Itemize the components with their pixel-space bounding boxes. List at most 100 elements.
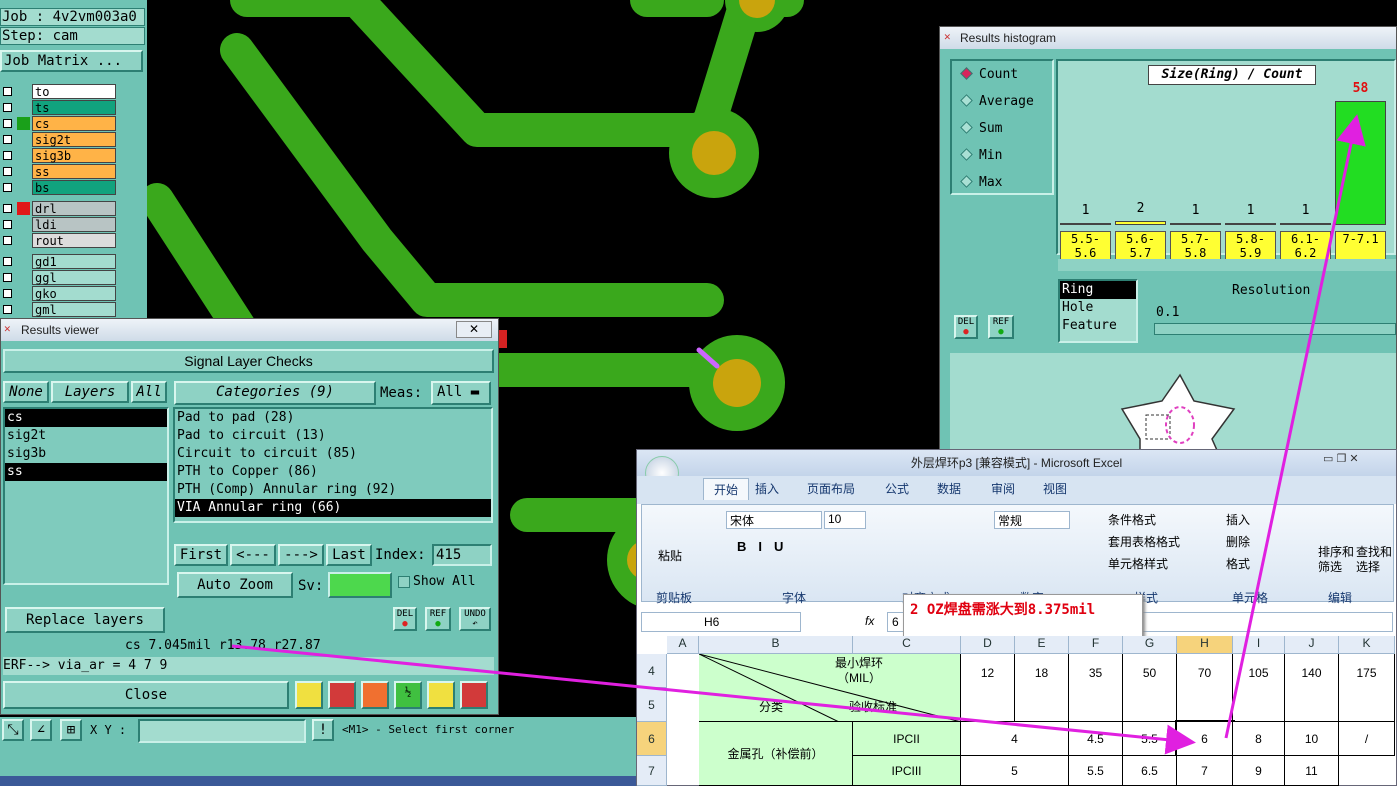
size-type-list[interactable]: Ring Hole Feature: [1058, 279, 1138, 343]
close-button[interactable]: Close: [3, 681, 289, 709]
layer-checkbox[interactable]: [3, 257, 12, 266]
tab-6[interactable]: 视图: [1043, 480, 1067, 497]
xy-input[interactable]: [138, 719, 306, 743]
angle-icon[interactable]: ∠: [30, 719, 52, 741]
tab-5[interactable]: 审阅: [991, 480, 1015, 497]
numbered-icon[interactable]: ½: [394, 681, 422, 709]
ipc2-value-cell[interactable]: 8: [1233, 722, 1285, 756]
column-header[interactable]: C: [853, 636, 961, 654]
row-header[interactable]: 5: [637, 688, 667, 722]
layer-row-sig3b[interactable]: sig3b: [0, 148, 116, 163]
delete-icon[interactable]: [361, 681, 389, 709]
ipc2-value-cell[interactable]: 4.5: [1069, 722, 1123, 756]
del-button[interactable]: DEL ●: [393, 607, 417, 631]
insert-cells-button[interactable]: 插入: [1226, 511, 1250, 528]
result-layer-item[interactable]: sig3b: [5, 445, 167, 463]
histogram-bar[interactable]: [1335, 101, 1386, 225]
layer-row-ss[interactable]: ss: [0, 164, 116, 179]
job-matrix-button[interactable]: Job Matrix ...: [0, 50, 143, 72]
row-header[interactable]: 7: [637, 756, 667, 786]
row-header[interactable]: 6: [637, 722, 667, 756]
layer-row-rout[interactable]: rout: [0, 233, 116, 248]
layer-checkbox[interactable]: [3, 305, 12, 314]
column-header[interactable]: E: [1015, 636, 1069, 654]
ipc3-value-cell[interactable]: 5.5: [1069, 756, 1123, 786]
hist-ref-button[interactable]: REF ●: [988, 315, 1014, 339]
format-cells-button[interactable]: 格式: [1226, 555, 1250, 572]
result-layer-item[interactable]: ss: [5, 463, 167, 481]
layer-row-gml[interactable]: gml: [0, 302, 116, 317]
ref-button[interactable]: REF ●: [425, 607, 451, 631]
index-input[interactable]: 415: [432, 544, 492, 566]
histogram-bar[interactable]: [1280, 223, 1331, 225]
table-header-cell[interactable]: 最小焊环 （MIL） 分类 验收标准: [699, 654, 961, 722]
header-value-cell[interactable]: 18: [1015, 654, 1069, 722]
row-header[interactable]: 4: [637, 654, 667, 688]
layer-checkbox[interactable]: [3, 135, 12, 144]
report-icon[interactable]: [427, 681, 455, 709]
mode-radio-min[interactable]: Min: [960, 146, 1002, 166]
horizontal-scrollbar[interactable]: [1058, 259, 1396, 271]
header-value-cell[interactable]: 105: [1233, 654, 1285, 722]
column-header[interactable]: K: [1339, 636, 1395, 654]
next-button[interactable]: --->: [278, 544, 324, 566]
conditional-format-button[interactable]: 条件格式: [1108, 511, 1156, 528]
layer-row-ggl[interactable]: ggl: [0, 270, 116, 285]
ipc2-cell[interactable]: IPCII: [853, 722, 961, 756]
result-layer-item[interactable]: cs: [5, 409, 167, 427]
category-item[interactable]: Pad to pad (28): [175, 409, 491, 427]
find-select-button[interactable]: 查找和 选择: [1356, 545, 1392, 575]
layer-checkbox[interactable]: [3, 87, 12, 96]
ipc2-value-cell[interactable]: 6: [1175, 720, 1235, 758]
header-value-cell[interactable]: 50: [1123, 654, 1177, 722]
category-item[interactable]: PTH (Comp) Annular ring (92): [175, 481, 491, 499]
column-header[interactable]: G: [1123, 636, 1177, 654]
ipc3-value-cell[interactable]: 5: [961, 756, 1069, 786]
layer-checkbox[interactable]: [3, 220, 12, 229]
last-button[interactable]: Last: [326, 544, 372, 566]
category-item[interactable]: VIA Annular ring (66): [175, 499, 491, 517]
tab-0[interactable]: 开始: [703, 478, 750, 500]
size-type-item[interactable]: Feature: [1060, 317, 1136, 335]
histogram-bar[interactable]: [1115, 221, 1166, 225]
column-header[interactable]: B: [699, 636, 853, 654]
layer-checkbox[interactable]: [3, 167, 12, 176]
mode-radio-count[interactable]: Count: [960, 65, 1018, 85]
ipc3-cell[interactable]: IPCIII: [853, 756, 961, 786]
ipc2-value-cell[interactable]: /: [1339, 722, 1395, 756]
column-header[interactable]: J: [1285, 636, 1339, 654]
mode-radio-max[interactable]: Max: [960, 173, 1002, 193]
ipc3-value-cell[interactable]: 6.5: [1123, 756, 1177, 786]
layer-row-cs[interactable]: cs: [0, 116, 116, 131]
zoom-icon[interactable]: ⤡: [2, 719, 24, 741]
layer-row-ts[interactable]: ts: [0, 100, 116, 115]
header-value-cell[interactable]: 70: [1177, 654, 1233, 722]
name-box[interactable]: H6: [641, 612, 801, 632]
layer-results-list[interactable]: cs sig2t sig3b ss: [3, 407, 169, 585]
tab-1[interactable]: 插入: [755, 480, 779, 497]
ipc2-value-cell[interactable]: 10: [1285, 722, 1339, 756]
show-all-checkbox[interactable]: [398, 576, 410, 588]
number-format-input[interactable]: 常规: [994, 511, 1070, 529]
undo-button[interactable]: UNDO ↶: [459, 607, 491, 631]
tab-3[interactable]: 公式: [885, 480, 909, 497]
histogram-bar[interactable]: [1170, 223, 1221, 225]
layer-row-sig2t[interactable]: sig2t: [0, 132, 116, 147]
paste-button[interactable]: 粘贴: [658, 547, 682, 564]
cell-style-button[interactable]: 单元格样式: [1108, 555, 1168, 572]
category-item[interactable]: PTH to Copper (86): [175, 463, 491, 481]
layer-checkbox[interactable]: [3, 151, 12, 160]
column-header[interactable]: H: [1177, 636, 1233, 654]
layer-checkbox[interactable]: [3, 183, 12, 192]
export-icon[interactable]: [328, 681, 356, 709]
column-header[interactable]: A: [667, 636, 699, 654]
tab-4[interactable]: 数据: [937, 480, 961, 497]
header-value-cell[interactable]: 35: [1069, 654, 1123, 722]
grid-icon[interactable]: ⊞: [60, 719, 82, 741]
replace-layers-dropdown[interactable]: Replace layers: [5, 607, 165, 633]
ipc3-value-cell[interactable]: 11: [1285, 756, 1339, 786]
header-value-cell[interactable]: 175: [1339, 654, 1395, 722]
sv-color-dropdown[interactable]: [328, 572, 392, 598]
histogram-bar[interactable]: [1225, 223, 1276, 225]
table-format-button[interactable]: 套用表格格式: [1108, 533, 1180, 550]
